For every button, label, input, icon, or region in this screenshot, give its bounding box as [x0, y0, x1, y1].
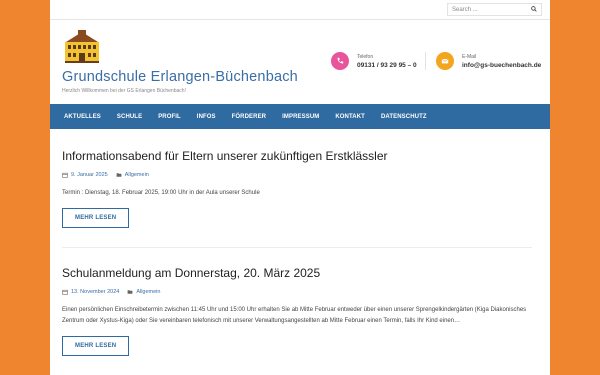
post-article: Schulanmeldung am Donnerstag, 20. März 2… [62, 266, 532, 356]
phone-value[interactable]: 09131 / 93 29 95 – 0 [357, 62, 417, 69]
contact-divider [424, 52, 426, 70]
nav-item-kontakt[interactable]: KONTAKT [335, 114, 365, 120]
email-label: E-Mail [462, 53, 477, 60]
contact-email: E-Mail info@gs-buechenbach.de [436, 52, 541, 70]
folder-icon [127, 290, 133, 294]
nav-item-impressum[interactable]: IMPRESSUM [282, 114, 319, 120]
post-excerpt: Einen persönlichen Einschreibetermin zwi… [62, 307, 527, 324]
site-header: Grundschule Erlangen-Büchenbach Herzlich… [50, 20, 550, 105]
search-icon[interactable] [531, 5, 537, 14]
post-excerpt: Termin : Dienstag, 18. Februar 2025, 19:… [62, 190, 260, 196]
nav-item-schule[interactable]: SCHULE [117, 114, 142, 120]
nav-item-infos[interactable]: INFOS [197, 114, 216, 120]
search-input[interactable]: Search ... [447, 3, 542, 16]
main-navigation: AKTUELLES SCHULE PROFIL INFOS FÖRDERER I… [50, 104, 550, 129]
top-bar: Search ... [50, 0, 550, 20]
email-value[interactable]: info@gs-buechenbach.de [462, 62, 541, 69]
nav-item-datenschutz[interactable]: DATENSCHUTZ [381, 114, 427, 120]
post-category-text: Allgemein [124, 172, 149, 178]
school-logo[interactable] [63, 30, 101, 63]
post-article: Informationsabend für Eltern unserer zuk… [62, 149, 532, 228]
site-tagline: Herzlich Willkommen bei der GS Erlangen … [62, 88, 186, 94]
post-date[interactable]: 9. Januar 2025 [62, 172, 108, 178]
nav-item-profil[interactable]: PROFIL [158, 114, 181, 120]
post-date-text: 13. November 2024 [71, 289, 120, 295]
envelope-icon [436, 52, 454, 70]
nav-item-aktuelles[interactable]: AKTUELLES [64, 114, 101, 120]
post-divider [62, 247, 532, 248]
post-category[interactable]: Allgemein [116, 172, 149, 178]
post-meta: 13. November 2024 Allgemein [62, 289, 532, 295]
calendar-icon [62, 289, 68, 295]
site-title[interactable]: Grundschule Erlangen-Büchenbach [62, 69, 298, 85]
post-title[interactable]: Schulanmeldung am Donnerstag, 20. März 2… [62, 266, 532, 280]
post-category[interactable]: Allgemein [127, 289, 160, 295]
post-title[interactable]: Informationsabend für Eltern unserer zuk… [62, 149, 532, 163]
phone-icon [331, 52, 349, 70]
read-more-button[interactable]: MEHR LESEN [62, 208, 130, 228]
calendar-icon [62, 172, 68, 178]
read-more-button[interactable]: MEHR LESEN [62, 336, 130, 356]
phone-label: Telefon [357, 53, 374, 60]
post-category-text: Allgemein [136, 289, 161, 295]
post-date-text: 9. Januar 2025 [71, 172, 108, 178]
nav-item-foerderer[interactable]: FÖRDERER [232, 114, 266, 120]
post-meta: 9. Januar 2025 Allgemein [62, 172, 532, 178]
search-placeholder: Search ... [452, 6, 478, 13]
contact-phone: Telefon 09131 / 93 29 95 – 0 [331, 52, 426, 70]
page-container: Search ... Grundschule Erlangen-Büchenba… [50, 0, 550, 375]
post-date[interactable]: 13. November 2024 [62, 289, 119, 295]
folder-icon [116, 173, 122, 177]
